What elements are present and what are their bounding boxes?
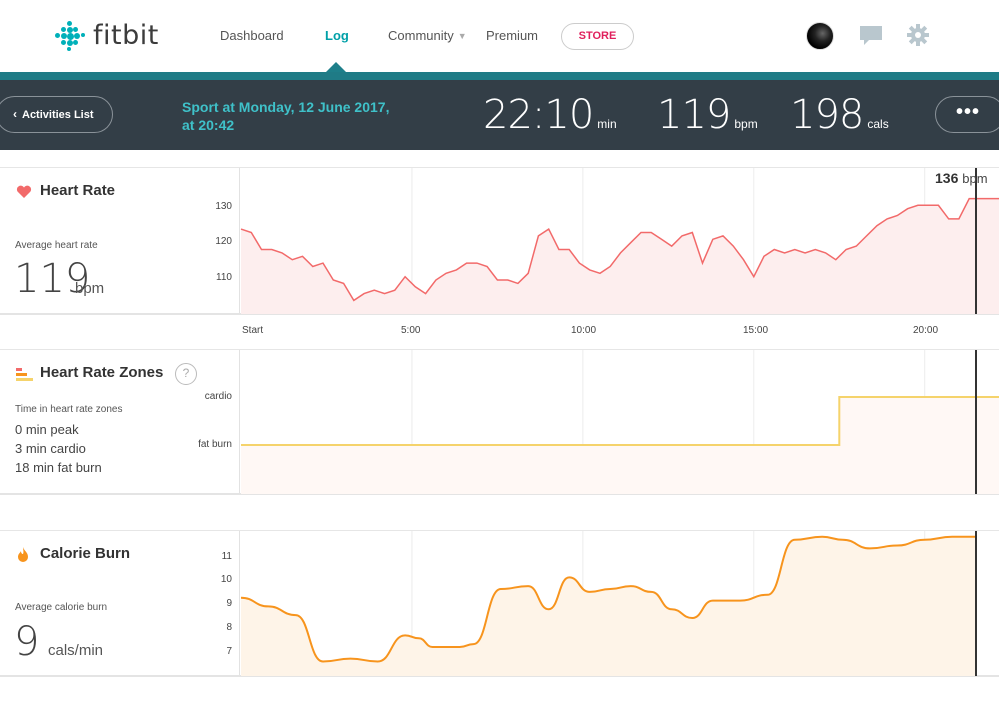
nav-log[interactable]: Log bbox=[325, 28, 349, 43]
calorie-chart[interactable] bbox=[240, 531, 999, 676]
calorie-title: Calorie Burn bbox=[40, 545, 131, 562]
cal-ytick-7: 7 bbox=[226, 646, 232, 657]
avg-calorie-value: 9 bbox=[14, 619, 40, 665]
duration-stat: 22:10 min bbox=[483, 92, 617, 138]
heart-rate-area bbox=[241, 198, 999, 314]
calorie-burn-panel: Calorie Burn Average calorie burn 9 cals… bbox=[0, 530, 999, 677]
cal-ytick-11: 11 bbox=[221, 551, 232, 562]
hr-ytick-120: 120 bbox=[215, 236, 232, 247]
store-button[interactable]: STORE bbox=[561, 23, 634, 50]
nav-community[interactable]: Community ▼ bbox=[388, 28, 467, 43]
cal-ytick-8: 8 bbox=[226, 622, 232, 633]
help-icon[interactable]: ? bbox=[175, 363, 197, 385]
fitbit-logo[interactable]: fitbit bbox=[55, 20, 159, 51]
chat-bubble-icon[interactable] bbox=[859, 25, 883, 47]
heart-icon bbox=[16, 185, 32, 198]
heart-rate-zones-panel: Heart Rate Zones ? Time in heart rate zo… bbox=[0, 349, 999, 495]
zones-chart[interactable] bbox=[241, 350, 999, 494]
zones-summary: Heart Rate Zones ? Time in heart rate zo… bbox=[0, 350, 240, 493]
avg-calorie-unit: cals/min bbox=[48, 642, 104, 659]
calories-unit: cals bbox=[867, 117, 889, 131]
xtick-15: 15:00 bbox=[743, 325, 769, 336]
fitbit-dots-icon bbox=[55, 20, 85, 51]
zones-title: Heart Rate Zones bbox=[40, 364, 164, 381]
hr-ytick-110: 110 bbox=[216, 272, 232, 283]
active-nav-pointer bbox=[326, 62, 346, 72]
nav-community-label: Community bbox=[388, 28, 454, 43]
calorie-summary: Calorie Burn Average calorie burn 9 cals… bbox=[0, 531, 240, 675]
avg-heart-rate-label: Average heart rate bbox=[15, 240, 98, 251]
cal-ytick-9: 9 bbox=[226, 598, 232, 609]
zone-ytick-fatburn: fat burn bbox=[198, 439, 232, 450]
heart-rate-panel: Heart Rate Average heart rate 119 bpm 13… bbox=[0, 167, 999, 315]
logo-text: fitbit bbox=[93, 20, 159, 51]
calories-value: 198 bbox=[790, 92, 864, 138]
hr-ytick-130: 130 bbox=[215, 201, 232, 212]
zone-cardio-line: 3 min cardio bbox=[15, 441, 86, 456]
chevron-left-icon: ‹ bbox=[13, 107, 17, 121]
flame-icon bbox=[18, 547, 28, 562]
activity-title: Sport at Monday, 12 June 2017, at 20:42 bbox=[182, 98, 402, 134]
activity-title-line1: Sport at Monday, 12 June 2017, bbox=[182, 99, 390, 115]
calories-stat: 198 cals bbox=[790, 92, 889, 138]
activity-title-line2: at 20:42 bbox=[182, 117, 235, 133]
gear-icon[interactable] bbox=[907, 24, 929, 46]
heart-rate-chart[interactable] bbox=[240, 168, 999, 314]
cal-ytick-10: 10 bbox=[220, 574, 232, 585]
xtick-5: 5:00 bbox=[401, 325, 421, 336]
activity-header: ‹ Activities List Sport at Monday, 12 Jun… bbox=[0, 80, 999, 150]
heart-rate-unit: bpm bbox=[734, 117, 758, 131]
zones-bars-icon bbox=[16, 368, 33, 381]
xtick-10: 10:00 bbox=[571, 325, 597, 336]
teal-divider bbox=[0, 72, 999, 80]
avg-calorie-label: Average calorie burn bbox=[15, 602, 108, 613]
calorie-area bbox=[241, 536, 976, 676]
avg-heart-rate-unit: bpm bbox=[75, 280, 105, 297]
hr-cursor-value: 136 bbox=[935, 170, 959, 186]
duration-unit: min bbox=[597, 117, 617, 131]
zone-ytick-cardio: cardio bbox=[204, 391, 232, 402]
heart-rate-value: 119 bbox=[657, 92, 731, 138]
xtick-start: Start bbox=[242, 325, 264, 336]
heart-rate-summary: Heart Rate Average heart rate 119 bpm 13… bbox=[0, 168, 240, 313]
activities-list-button[interactable]: ‹ Activities List bbox=[0, 96, 113, 133]
hr-cursor-readout: 136 bpm bbox=[935, 170, 988, 186]
activities-list-label: Activities List bbox=[22, 109, 94, 121]
heart-rate-title: Heart Rate bbox=[40, 182, 116, 199]
hr-cursor-unit: bpm bbox=[962, 171, 988, 186]
top-navigation: fitbit Dashboard Log Community ▼ Premium … bbox=[0, 0, 999, 72]
more-options-button[interactable]: ••• bbox=[935, 96, 999, 133]
heart-rate-stat: 119 bpm bbox=[657, 92, 758, 138]
nav-dashboard[interactable]: Dashboard bbox=[220, 28, 284, 43]
caret-down-icon: ▼ bbox=[457, 31, 467, 41]
duration-value: 22:10 bbox=[483, 92, 594, 138]
xtick-20: 20:00 bbox=[913, 325, 939, 336]
avatar[interactable] bbox=[806, 22, 834, 50]
zone-fatburn-line: 18 min fat burn bbox=[15, 460, 102, 475]
nav-premium[interactable]: Premium bbox=[486, 28, 538, 43]
zone-peak-line: 0 min peak bbox=[15, 422, 79, 437]
zones-label: Time in heart rate zones bbox=[15, 404, 123, 415]
